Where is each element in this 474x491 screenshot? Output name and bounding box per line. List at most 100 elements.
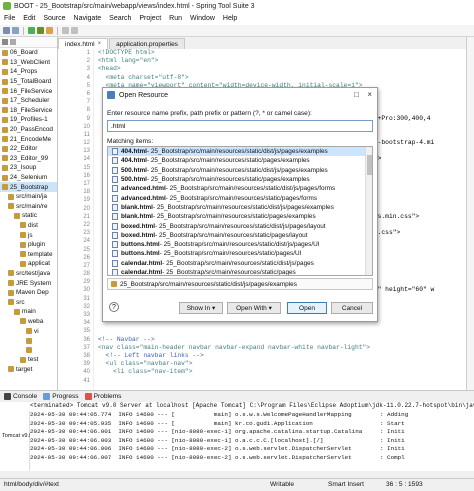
code-line[interactable]: <nav class="main-header navbar navbar-ex…: [98, 344, 474, 352]
explorer-item[interactable]: src: [0, 297, 57, 307]
explorer-item[interactable]: src/main/re: [0, 202, 57, 212]
resource-item[interactable]: blank.html - 25_Bootstrap/src/main/resou…: [108, 203, 372, 212]
code-line[interactable]: <!DOCTYPE html>: [98, 49, 474, 57]
resource-item[interactable]: buttons.html - 25_Bootstrap/src/main/res…: [108, 240, 372, 249]
console-output[interactable]: 2024-05-30 09:44:05.774 INFO 14600 --- […: [30, 411, 474, 471]
explorer-item[interactable]: 19_Profiles-1: [0, 115, 57, 125]
explorer-item[interactable]: 13_WebClient: [0, 58, 57, 68]
resource-item[interactable]: advanced.html - 25_Bootstrap/src/main/re…: [108, 184, 372, 193]
explorer-item[interactable]: static: [0, 211, 57, 221]
explorer-item[interactable]: 23_Editor_99: [0, 154, 57, 164]
scroll-thumb[interactable]: [367, 155, 372, 175]
code-line[interactable]: <meta charset="utf-8">: [98, 74, 474, 82]
open-button[interactable]: Open: [287, 302, 327, 314]
resource-item[interactable]: calendar.html - 25_Bootstrap/src/main/re…: [108, 259, 372, 268]
code-line[interactable]: <li class="nav-item">: [98, 368, 474, 376]
resource-item[interactable]: boxed.html - 25_Bootstrap/src/main/resou…: [108, 231, 372, 240]
code-line[interactable]: [98, 327, 474, 335]
tab-problems[interactable]: Problems: [84, 393, 121, 400]
menu-file[interactable]: File: [4, 15, 15, 22]
code-line[interactable]: <html lang="en">: [98, 57, 474, 65]
server-entry[interactable]: Tomcat v9.0 Se: [0, 433, 41, 439]
explorer-item[interactable]: src/test/java: [0, 269, 57, 279]
resource-item[interactable]: 404.html - 25_Bootstrap/src/main/resourc…: [108, 147, 372, 157]
menu-source[interactable]: Source: [43, 15, 65, 22]
menu-window[interactable]: Window: [190, 15, 215, 22]
code-line[interactable]: <ul class="navbar-nav">: [98, 360, 474, 368]
tab-progress[interactable]: Progress: [43, 393, 79, 400]
explorer-item[interactable]: 22_Editor: [0, 144, 57, 154]
explorer-item[interactable]: js: [0, 230, 57, 240]
explorer-item[interactable]: 17_Scheduler: [0, 96, 57, 106]
line-number: 28: [83, 271, 90, 278]
resource-item[interactable]: 500.html - 25_Bootstrap/src/main/resourc…: [108, 166, 372, 175]
explorer-item[interactable]: 21_EncodeMe: [0, 134, 57, 144]
code-line[interactable]: <head>: [98, 65, 474, 73]
explorer-item[interactable]: test: [0, 355, 57, 365]
resource-item[interactable]: calendar.html - 25_Bootstrap/src/main/re…: [108, 268, 372, 275]
explorer-item[interactable]: template: [0, 249, 57, 259]
explorer-item[interactable]: 25_Bootstrap: [0, 182, 57, 192]
code-line[interactable]: <!-- Left navbar links -->: [98, 352, 474, 360]
tab-index-html[interactable]: index.html ×: [58, 38, 109, 49]
menu-run[interactable]: Run: [169, 15, 182, 22]
explorer-item[interactable]: 20_PassEncod: [0, 125, 57, 135]
explorer-item[interactable]: 14_Props: [0, 67, 57, 77]
explorer-item[interactable]: 15_TotalBoard: [0, 77, 57, 87]
link-icon[interactable]: [10, 39, 16, 45]
open-with-button[interactable]: Open With ▾: [227, 302, 281, 314]
new-icon[interactable]: [3, 27, 10, 34]
code-line[interactable]: [98, 377, 474, 385]
explorer-item[interactable]: 16_FileService: [0, 86, 57, 96]
collapse-icon[interactable]: [2, 39, 8, 45]
tab-console[interactable]: Console: [4, 393, 37, 400]
matching-items-list[interactable]: 404.html - 25_Bootstrap/src/main/resourc…: [107, 146, 373, 276]
package-explorer: 06_Board 13_WebClient 14_Props 15_TotalBoar…: [0, 37, 58, 390]
explorer-item[interactable]: 23_Isoup: [0, 163, 57, 173]
menu-edit[interactable]: Edit: [23, 15, 35, 22]
help-button[interactable]: ?: [109, 302, 119, 312]
explorer-item[interactable]: target: [0, 365, 57, 375]
tab-application-properties[interactable]: application.properties: [109, 38, 185, 49]
minimize-icon[interactable]: □: [354, 90, 359, 99]
menu-search[interactable]: Search: [109, 15, 131, 22]
code-line[interactable]: <!-- Navbar -->: [98, 336, 474, 344]
explorer-item[interactable]: vi: [0, 326, 57, 336]
show-in-button[interactable]: Show In ▾: [179, 302, 223, 314]
resource-item[interactable]: boxed.html - 25_Bootstrap/src/main/resou…: [108, 221, 372, 230]
explorer-item[interactable]: 18_FileService: [0, 106, 57, 116]
explorer-item[interactable]: 24_Selenium: [0, 173, 57, 183]
resource-filter-input[interactable]: [107, 120, 373, 132]
explorer-item[interactable]: Maven Dep: [0, 288, 57, 298]
explorer-item[interactable]: applicat: [0, 259, 57, 269]
explorer-item[interactable]: [0, 345, 57, 355]
back-icon[interactable]: [62, 27, 69, 34]
resource-item[interactable]: buttons.html - 25_Bootstrap/src/main/res…: [108, 249, 372, 258]
menu-navigate[interactable]: Navigate: [74, 15, 102, 22]
list-scrollbar[interactable]: [365, 147, 372, 275]
explorer-item[interactable]: [0, 336, 57, 346]
close-icon[interactable]: ×: [367, 90, 372, 99]
resource-item[interactable]: blank.html - 25_Bootstrap/src/main/resou…: [108, 212, 372, 221]
toolbar-separator: [57, 26, 58, 35]
menu-project[interactable]: Project: [139, 15, 161, 22]
resource-item[interactable]: 404.html - 25_Bootstrap/src/main/resourc…: [108, 156, 372, 165]
explorer-item[interactable]: 06_Board: [0, 48, 57, 58]
close-icon[interactable]: ×: [98, 41, 102, 47]
run-icon[interactable]: [28, 27, 35, 34]
resource-item[interactable]: 500.html - 25_Bootstrap/src/main/resourc…: [108, 175, 372, 184]
explorer-item[interactable]: main: [0, 307, 57, 317]
forward-icon[interactable]: [71, 27, 78, 34]
menu-help[interactable]: Help: [223, 15, 237, 22]
explorer-item[interactable]: src/main/ja: [0, 192, 57, 202]
explorer-item[interactable]: JRE System: [0, 278, 57, 288]
save-icon[interactable]: [12, 27, 19, 34]
explorer-item[interactable]: weba: [0, 317, 57, 327]
explorer-item[interactable]: plugin: [0, 240, 57, 250]
debug-icon[interactable]: [37, 27, 44, 34]
dialog-title: Open Resource: [119, 91, 169, 99]
cancel-button[interactable]: Cancel: [331, 302, 373, 314]
search-icon[interactable]: [46, 27, 53, 34]
resource-item[interactable]: advanced.html - 25_Bootstrap/src/main/re…: [108, 193, 372, 202]
explorer-item[interactable]: dist: [0, 221, 57, 231]
